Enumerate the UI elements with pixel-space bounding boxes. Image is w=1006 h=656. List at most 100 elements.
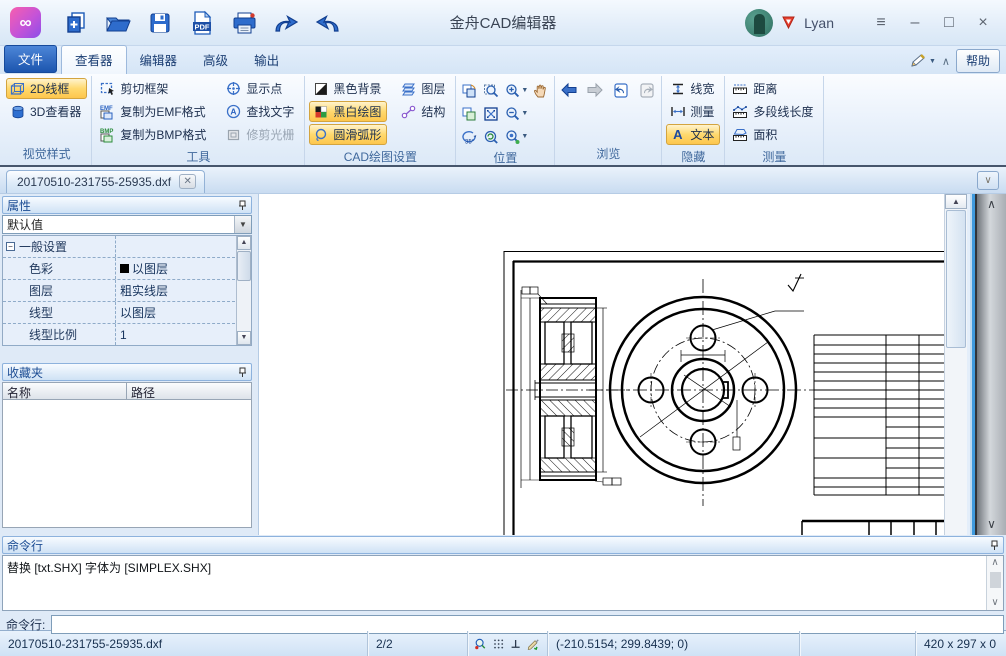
view-back-button[interactable] [559,81,579,99]
status-filename: 20170510-231755-25935.dxf [0,631,368,656]
command-output-scrollbar[interactable]: ∧ ∨ [986,556,1003,610]
rotate-view-button[interactable]: 35° [460,128,479,146]
pin-icon[interactable] [990,540,999,551]
zoom-window-button[interactable] [482,82,501,100]
chevron-down-icon[interactable]: ▼ [234,216,251,233]
jump-back-icon [612,82,630,99]
copy-bmp-button[interactable]: BMP 复制为BMP格式 [96,124,212,145]
area-button[interactable]: 面积 [729,124,819,145]
tab-advanced[interactable]: 高级 [190,46,241,74]
property-preset-select[interactable]: 默认值 ▼ [2,215,252,234]
collapse-minus-icon[interactable]: − [6,242,15,251]
layers-button[interactable]: 图层 [397,78,451,99]
right-collapsed-strip[interactable]: ∧ ∨ [977,194,1006,535]
redo-icon [313,10,343,36]
cad-viewport[interactable] [258,194,944,535]
wireframe-2d-button[interactable]: 2D线框 [6,78,87,99]
ortho-perpendicular-icon[interactable] [510,637,521,651]
print-button[interactable] [227,7,261,39]
find-text-button[interactable]: A 查找文字 [222,101,300,122]
viewport-scrollbar[interactable]: ▲ [944,194,967,535]
close-button[interactable]: × [970,14,996,32]
distance-button[interactable]: 距离 [729,78,819,99]
copy-emf-button[interactable]: EMF 复制为EMF格式 [96,101,212,122]
undo-button[interactable] [269,7,303,39]
pin-icon[interactable] [238,367,247,378]
menu-button[interactable]: ≡ [868,14,894,32]
zoom-refresh-button[interactable] [482,128,501,146]
polyline-length-button[interactable]: 多段线长度 [729,101,819,122]
zoom-marker-icon[interactable] [474,636,487,652]
panel-expander-icon[interactable]: ∨ [977,171,999,190]
export-pdf-button[interactable]: PDF [185,7,219,39]
minimize-button[interactable]: – [902,14,928,32]
command-output[interactable]: 替换 [txt.SHX] 字体为 [SIMPLEX.SHX] ∧ ∨ [2,555,1004,611]
pin-icon[interactable] [238,200,247,211]
tab-editor[interactable]: 编辑器 [127,46,191,74]
cad-drawing[interactable] [259,194,945,535]
new-file-button[interactable] [59,7,93,39]
smooth-arc-button[interactable]: 圆滑弧形 [309,124,387,145]
collapse-ribbon-icon[interactable]: ∧ [942,55,950,68]
open-file-button[interactable] [101,7,135,39]
group-label-tools: 工具 [96,147,300,168]
user-avatar[interactable] [745,9,773,37]
zoom-extents-button[interactable] [482,105,501,123]
chevron-down-icon: ▼ [929,58,936,65]
maximize-button[interactable]: □ [936,14,962,32]
clip-frame-button[interactable]: 剪切框架 [96,78,212,99]
save-icon [147,10,173,36]
bw-drawing-button[interactable]: 黑白绘图 [309,101,387,122]
document-tab[interactable]: 20170510-231755-25935.dxf ✕ [6,170,205,193]
property-row-color[interactable]: 色彩 以图层 [3,258,235,280]
ribbon-group-visual-style: 2D线框 3D查看器 视觉样式 [2,76,92,165]
jump-back-button[interactable] [611,81,631,100]
save-file-button[interactable] [143,7,177,39]
text-icon: A [669,127,686,143]
favorites-columns: 名称 路径 [2,382,252,400]
property-row-linetype[interactable]: 线型 以图层 [3,302,235,324]
copy-view-button[interactable] [460,105,479,123]
favorites-col-name[interactable]: 名称 [2,382,127,400]
tab-viewer[interactable]: 查看器 [61,45,127,74]
black-background-icon [312,81,329,97]
property-group-row[interactable]: −一般设置 [3,236,235,258]
style-pen-dropdown[interactable]: ▼ [910,53,936,69]
lineweight-button[interactable]: 线宽 [666,78,720,99]
favorites-list[interactable] [2,400,252,528]
hand-pan-button[interactable] [532,82,550,100]
scroll-up-chevron-icon: ∧ [977,197,1006,211]
property-row-linetype-scale[interactable]: 线型比例 1 [3,324,235,346]
zoom-out-button[interactable]: ▼ [504,105,529,123]
help-button[interactable]: 帮助 [956,49,1000,73]
document-tab-close-icon[interactable]: ✕ [179,174,196,189]
copy-emf-icon: EMF [99,104,116,120]
view-forward-button[interactable] [585,81,605,99]
structure-button[interactable]: 结构 [397,101,451,122]
jump-forward-button[interactable] [637,81,657,100]
ribbon-group-hide: 线宽 测量 A 文本 隐藏 [662,76,725,165]
username: Lyan [804,15,834,31]
grid-dots-icon[interactable] [493,637,504,651]
new-file-icon [63,10,89,36]
draft-check-icon[interactable] [527,636,541,651]
hand-icon [533,83,549,99]
layers-icon [400,81,417,97]
pan-view-button[interactable] [460,82,479,100]
tab-output[interactable]: 输出 [241,46,292,74]
property-row-layer[interactable]: 图层 粗实线层 [3,280,235,302]
zoom-in-button[interactable]: ▼ [504,82,529,100]
hide-text-button[interactable]: A 文本 [666,124,720,145]
rotate-view-icon: 35° [461,129,478,145]
property-grid-scrollbar[interactable]: ▲ ▼ [236,236,251,345]
favorites-col-path[interactable]: 路径 [127,382,252,400]
tab-file[interactable]: 文件 [4,45,57,73]
viewer-3d-button[interactable]: 3D查看器 [6,101,87,122]
zoom-selected-button[interactable]: ▼ [504,128,529,146]
black-background-button[interactable]: 黑色背景 [309,78,387,99]
hide-measure-button[interactable]: 测量 [666,101,720,122]
redo-button[interactable] [311,7,345,39]
show-point-button[interactable]: 显示点 [222,78,300,99]
status-sheet-size: 420 x 297 x 0 [916,631,1006,656]
group-label-position: 位置 [460,148,550,169]
